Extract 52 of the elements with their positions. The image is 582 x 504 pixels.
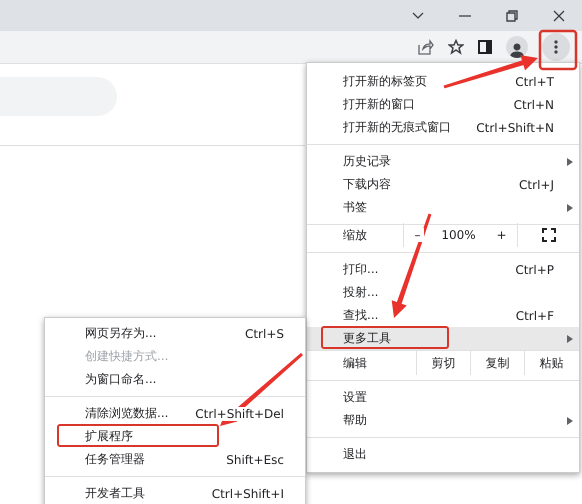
submenu-arrow-icon [567, 417, 573, 425]
menu-item[interactable]: 开发者工具 Ctrl+Shift+I [45, 482, 305, 504]
menu-item[interactable]: 为窗口命名... [45, 368, 305, 391]
shortcut-text: Ctrl+Shift+I [212, 486, 284, 500]
menu-item[interactable]: 清除浏览数据... Ctrl+Shift+Del [45, 402, 305, 425]
shortcut-text: Shift+Esc [226, 452, 284, 466]
shortcut-text: Ctrl+P [515, 262, 554, 276]
shortcut-text: Ctrl+F [516, 308, 554, 322]
shortcut-text: Ctrl+J [519, 178, 554, 192]
shortcut-text: Ctrl+S [244, 326, 284, 340]
menu-item[interactable]: 打印... Ctrl+P [307, 258, 579, 281]
menu-item[interactable]: 网页另存为... Ctrl+S [45, 322, 305, 345]
shortcut-text: Ctrl+Shift+N [476, 120, 554, 134]
edit-action-button[interactable]: 剪切 [416, 351, 470, 375]
menu-item[interactable]: 更多工具 [307, 327, 579, 350]
menu-item[interactable]: 帮助 [307, 409, 579, 432]
menu-item[interactable]: 书签 [307, 196, 579, 219]
shortcut-text: Ctrl+N [514, 98, 554, 112]
menu-item[interactable]: 退出 [307, 443, 579, 466]
profile-avatar[interactable] [506, 36, 528, 58]
menu-item[interactable]: 任务管理器 Shift+Esc [45, 448, 305, 471]
share-icon[interactable] [418, 39, 434, 55]
menu-item[interactable]: 设置 [307, 386, 579, 409]
menu-item[interactable]: 打开新的无痕式窗口 Ctrl+Shift+N [307, 116, 579, 139]
edit-action-button[interactable]: 复制 [470, 351, 524, 375]
submenu-arrow-icon [567, 158, 573, 166]
menu-item[interactable]: 查找... Ctrl+F [307, 304, 579, 327]
more-vertical-icon [554, 40, 558, 54]
fullscreen-icon[interactable] [542, 228, 556, 242]
restore-icon[interactable] [506, 10, 518, 22]
menu-item[interactable]: 扩展程序 [45, 425, 305, 448]
zoom-level: 100% [440, 228, 477, 242]
submenu-arrow-icon [567, 335, 573, 343]
menu-item[interactable]: 历史记录 [307, 150, 579, 173]
star-icon[interactable] [448, 39, 464, 55]
edit-action-button[interactable]: 粘贴 [524, 351, 578, 375]
menu-item[interactable]: 打开新的窗口 Ctrl+N [307, 93, 579, 116]
close-icon[interactable] [552, 10, 564, 22]
edit-label: 编辑 [342, 354, 368, 372]
menu-button[interactable] [542, 33, 570, 61]
side-panel-icon[interactable] [478, 40, 492, 54]
submenu-arrow-icon [567, 204, 573, 212]
minimize-icon[interactable] [458, 14, 470, 16]
zoom-label: 缩放 [342, 226, 368, 244]
shortcut-text: Ctrl+T [515, 74, 554, 88]
menu-item[interactable]: 投射... [307, 281, 579, 304]
menu-item[interactable]: 下载内容 Ctrl+J [307, 173, 579, 196]
zoom-in-button[interactable]: + [492, 228, 511, 242]
menu-item[interactable]: 打开新的标签页 Ctrl+T [307, 70, 579, 93]
chevron-down-icon[interactable] [412, 12, 424, 20]
highlight-box [538, 30, 578, 70]
shortcut-text: Ctrl+Shift+Del [195, 406, 284, 420]
